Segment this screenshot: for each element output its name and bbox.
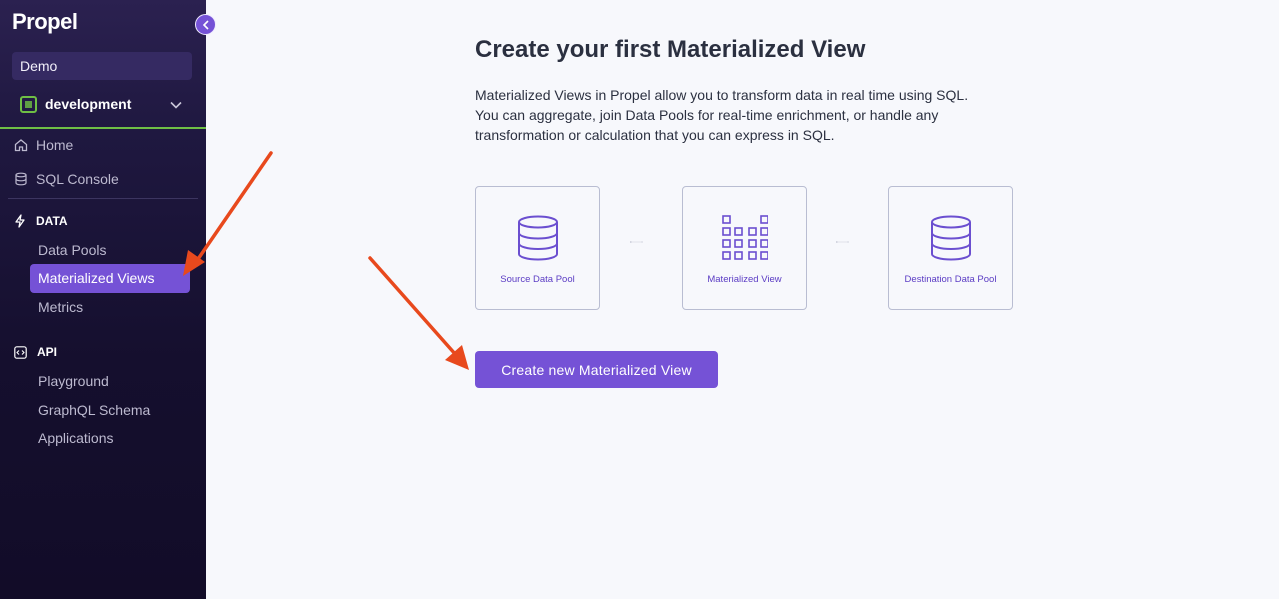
- database-icon: [517, 215, 558, 261]
- nav-home-label: Home: [36, 137, 74, 153]
- annotation-arrow-button: [368, 256, 469, 370]
- nav-sql-console-label: SQL Console: [36, 171, 119, 187]
- sidebar-item-playground[interactable]: Playground: [38, 373, 109, 389]
- create-materialized-view-button[interactable]: Create new Materialized View: [475, 351, 718, 388]
- page-title: Create your first Materialized View: [475, 36, 866, 63]
- propel-logo[interactable]: Propel: [12, 9, 78, 35]
- destination-data-pool-card: Destination Data Pool: [888, 186, 1013, 310]
- source-data-pool-label: Source Data Pool: [500, 274, 575, 285]
- collapse-sidebar-button[interactable]: [195, 14, 216, 35]
- section-api: API: [14, 345, 57, 359]
- description-line: You can aggregate, join Data Pools for r…: [475, 107, 939, 123]
- sidebar-item-applications[interactable]: Applications: [38, 430, 114, 446]
- nav-home[interactable]: Home: [14, 137, 73, 153]
- section-data: DATA: [14, 214, 68, 228]
- connector-arrow: [630, 241, 643, 243]
- connector-arrow: [836, 241, 849, 243]
- section-data-title: DATA: [36, 214, 68, 228]
- sidebar-item-graphql-schema[interactable]: GraphQL Schema: [38, 402, 150, 418]
- sidebar: Propel Demo development Home SQL Console…: [0, 0, 206, 599]
- materialized-view-label: Materialized View: [707, 274, 782, 285]
- home-icon: [14, 139, 28, 152]
- chevron-down-icon: [170, 96, 182, 112]
- chevron-left-icon: [202, 19, 209, 30]
- destination-data-pool-label: Destination Data Pool: [904, 274, 997, 285]
- database-icon: [930, 215, 971, 261]
- lightning-icon: [15, 214, 25, 228]
- environment-indicator-line: [0, 127, 206, 129]
- description-line: Materialized Views in Propel allow you t…: [475, 87, 969, 103]
- org-selector[interactable]: Demo: [12, 52, 192, 80]
- environment-selector[interactable]: development: [12, 90, 192, 118]
- sidebar-item-data-pools[interactable]: Data Pools: [38, 242, 106, 258]
- sidebar-divider: [8, 198, 198, 199]
- environment-name: development: [45, 96, 132, 112]
- sidebar-item-materialized-views[interactable]: Materialized Views: [30, 264, 190, 293]
- description-line: transformation or calculation that you c…: [475, 127, 835, 143]
- nav-sql-console[interactable]: SQL Console: [14, 171, 119, 187]
- source-data-pool-card: Source Data Pool: [475, 186, 600, 310]
- page-description: Materialized Views in Propel allow you t…: [475, 85, 1005, 145]
- code-icon: [14, 345, 27, 359]
- materialized-view-card: Materialized View: [682, 186, 807, 310]
- database-icon: [15, 172, 27, 186]
- environment-icon: [20, 95, 37, 113]
- materialized-view-icon: [721, 215, 768, 260]
- sidebar-item-metrics[interactable]: Metrics: [38, 299, 83, 315]
- section-api-title: API: [37, 345, 58, 359]
